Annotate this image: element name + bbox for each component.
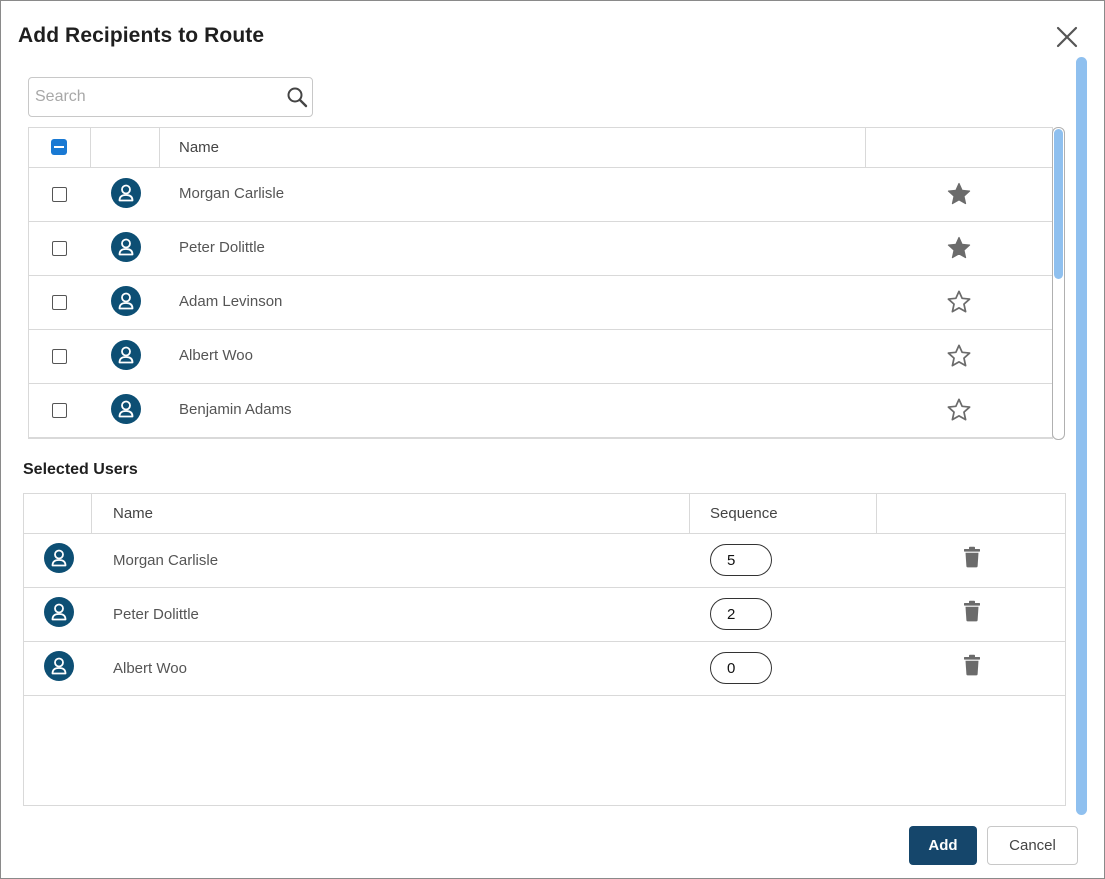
sequence-input[interactable] [710,544,772,576]
star-outline-icon[interactable] [946,343,972,369]
trash-icon[interactable] [962,600,982,622]
column-header-sequence: Sequence [710,505,778,522]
user-row[interactable]: Peter Dolittle [29,222,1052,276]
row-checkbox[interactable] [52,241,67,256]
add-button[interactable]: Add [909,826,977,865]
sequence-input[interactable] [710,652,772,684]
column-header-name: Name [179,139,220,156]
selected-user-name: Albert Woo [113,660,187,677]
user-icon [118,238,134,256]
star-filled-icon[interactable] [946,181,972,207]
column-divider [159,128,160,168]
users-table: Name Morgan Carlisle Peter Dolittle Adam… [28,127,1053,439]
user-icon [51,657,67,675]
cancel-button[interactable]: Cancel [987,826,1078,865]
row-checkbox[interactable] [52,349,67,364]
search-input[interactable] [35,86,280,108]
user-icon [118,346,134,364]
column-divider [865,128,866,168]
row-checkbox[interactable] [52,295,67,310]
selected-user-row: Morgan Carlisle [24,534,1065,588]
sequence-input[interactable] [710,598,772,630]
avatar [111,178,141,208]
avatar [111,232,141,262]
row-checkbox[interactable] [52,403,67,418]
avatar [111,340,141,370]
avatar [111,286,141,316]
star-filled-icon[interactable] [946,235,972,261]
user-row[interactable]: Adam Levinson [29,276,1052,330]
user-icon [51,549,67,567]
column-divider [90,128,91,168]
star-outline-icon[interactable] [946,289,972,315]
users-table-scrollbar-thumb[interactable] [1054,129,1063,279]
selected-table-header: Name Sequence [24,494,1065,534]
selected-user-name: Peter Dolittle [113,606,199,623]
add-recipients-dialog: Add Recipients to Route Name [0,0,1105,879]
search-box[interactable] [28,77,313,117]
user-row[interactable]: Albert Woo [29,330,1052,384]
avatar [44,543,74,573]
user-name: Albert Woo [179,347,253,364]
selected-user-name: Morgan Carlisle [113,552,219,569]
user-row[interactable]: Morgan Carlisle [29,168,1052,222]
avatar [44,651,74,681]
user-row[interactable]: Benjamin Adams [29,384,1052,438]
select-all-checkbox[interactable] [51,139,67,155]
users-table-header: Name [29,128,1052,168]
row-checkbox[interactable] [52,187,67,202]
column-divider [91,494,92,534]
user-name: Adam Levinson [179,293,283,310]
avatar [44,597,74,627]
user-name: Benjamin Adams [179,401,292,418]
trash-icon[interactable] [962,546,982,568]
avatar [111,394,141,424]
dialog-scrollbar-thumb[interactable] [1076,57,1087,815]
dialog-title: Add Recipients to Route [18,24,265,47]
user-icon [118,184,134,202]
search-icon[interactable] [286,86,308,108]
column-divider [876,494,877,534]
star-outline-icon[interactable] [946,397,972,423]
user-name: Morgan Carlisle [179,185,285,202]
user-name: Peter Dolittle [179,239,265,256]
selected-user-row: Albert Woo [24,642,1065,696]
column-divider [689,494,690,534]
selected-users-title: Selected Users [23,461,138,478]
close-icon [1056,26,1078,48]
user-icon [51,603,67,621]
selected-users-table: Name Sequence Morgan Carlisle 5 Peter Do… [23,493,1066,806]
user-icon [118,400,134,418]
user-icon [118,292,134,310]
trash-icon[interactable] [962,654,982,676]
column-header-name: Name [113,505,154,522]
close-button[interactable] [1053,23,1081,51]
selected-user-row: Peter Dolittle [24,588,1065,642]
